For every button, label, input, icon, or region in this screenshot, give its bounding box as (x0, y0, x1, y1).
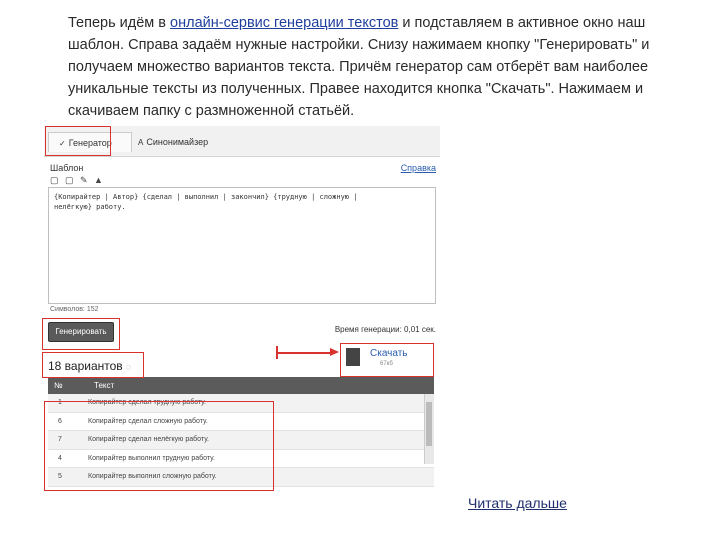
arrow-head (330, 348, 339, 356)
generation-time: Время генерации: 0,01 сек. (334, 325, 436, 334)
highlight-result-rows (44, 401, 274, 491)
editor-toolbar[interactable]: ▢ ▢ ✎ ▲ (50, 175, 105, 186)
header-text: Текст (94, 381, 115, 390)
table-header: № Текст (48, 377, 434, 394)
highlight-generator-tab (45, 126, 111, 156)
read-more-link[interactable]: Читать дальше (468, 495, 567, 511)
header-num: № (54, 381, 63, 390)
scrollbar-thumb[interactable] (426, 402, 432, 446)
arrow-tail (276, 346, 278, 359)
template-editor[interactable]: {Копирайтер | Автор} {сделал | выполнил … (48, 187, 436, 304)
char-count: Символов: 152 (50, 306, 99, 313)
arrow-line (276, 352, 332, 354)
highlight-download (340, 343, 434, 377)
table-scrollbar[interactable] (424, 394, 434, 464)
template-text: {Копирайтер | Автор} {сделал | выполнил … (54, 193, 358, 211)
tab-synonymizer[interactable]: A Синонимайзер (136, 132, 208, 152)
tab-synonymizer-label: Синонимайзер (146, 137, 209, 147)
template-label: Шаблон (50, 163, 84, 173)
highlight-generate-button (42, 318, 120, 350)
intro-prefix: Теперь идём в (68, 15, 171, 31)
intro-paragraph: Теперь идём в онлайн-сервис генерации те… (68, 12, 678, 122)
help-link[interactable]: Справка (401, 163, 436, 173)
letter-a-icon: A (138, 138, 144, 147)
highlight-variants-count (42, 352, 144, 378)
service-link[interactable]: онлайн-сервис генерации текстов (170, 15, 398, 31)
